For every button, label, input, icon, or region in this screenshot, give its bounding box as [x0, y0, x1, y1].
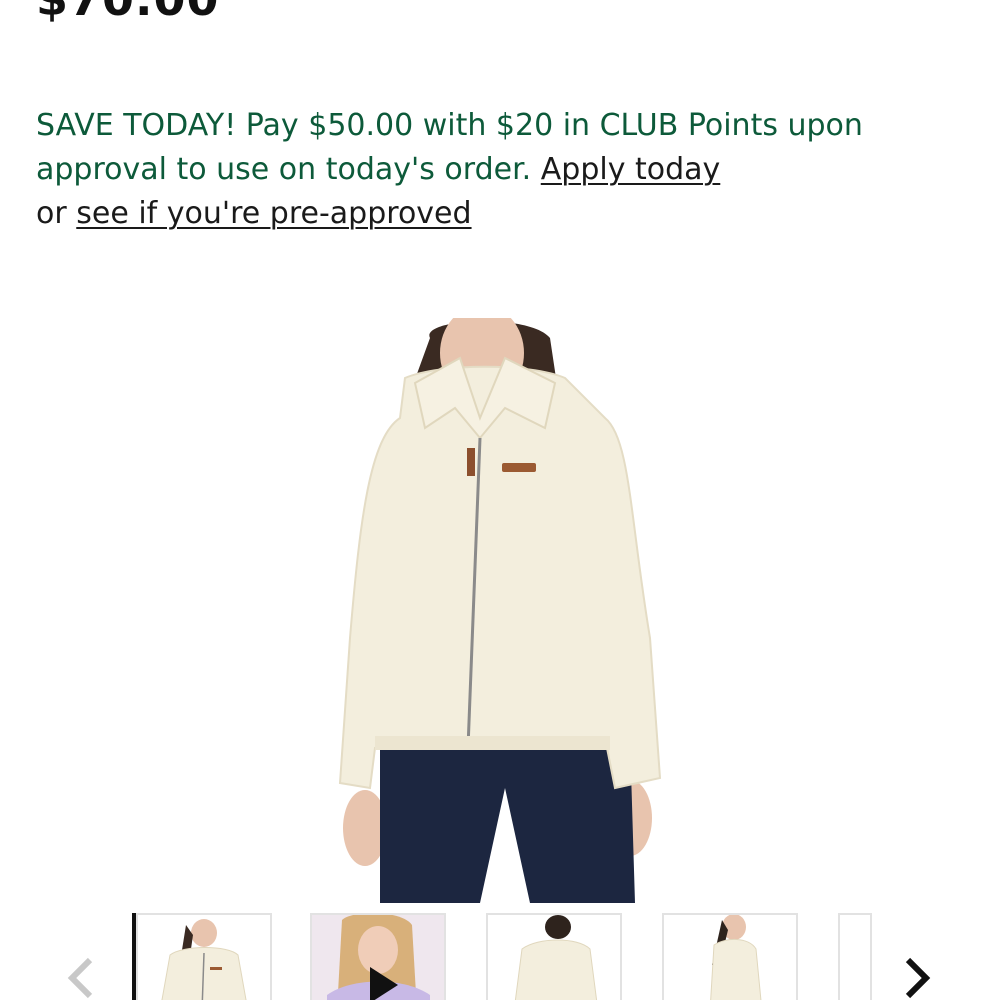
- thumbnail-back[interactable]: [486, 913, 622, 1000]
- club-points-promo: SAVE TODAY! Pay $50.00 with $20 in CLUB …: [36, 104, 876, 236]
- carousel-prev-button[interactable]: [60, 950, 100, 1000]
- pre-approved-link[interactable]: see if you're pre-approved: [76, 196, 471, 231]
- thumbnail-video-image: [312, 915, 444, 1000]
- product-page: $70.00 SAVE TODAY! Pay $50.00 with $20 i…: [0, 0, 1000, 1000]
- promo-or-text: or: [36, 196, 67, 231]
- chevron-left-icon: [67, 957, 93, 999]
- thumbnail-video[interactable]: [310, 913, 446, 1000]
- main-product-image[interactable]: [330, 318, 670, 903]
- thumbnail-partial[interactable]: [838, 913, 872, 1000]
- product-price: $70.00: [36, 0, 220, 26]
- thumbnail-front[interactable]: [136, 913, 272, 1000]
- thumbnail-back-image: [514, 915, 598, 1000]
- carousel-next-button[interactable]: [898, 950, 938, 1000]
- chevron-right-icon: [905, 957, 931, 999]
- promo-text: SAVE TODAY! Pay $50.00 with $20 in CLUB …: [36, 108, 863, 187]
- thumbnail-side-image: [710, 915, 762, 1000]
- apply-today-link[interactable]: Apply today: [541, 152, 721, 187]
- thumbnail-front-image: [161, 919, 247, 1000]
- thumbnail-side[interactable]: [662, 913, 798, 1000]
